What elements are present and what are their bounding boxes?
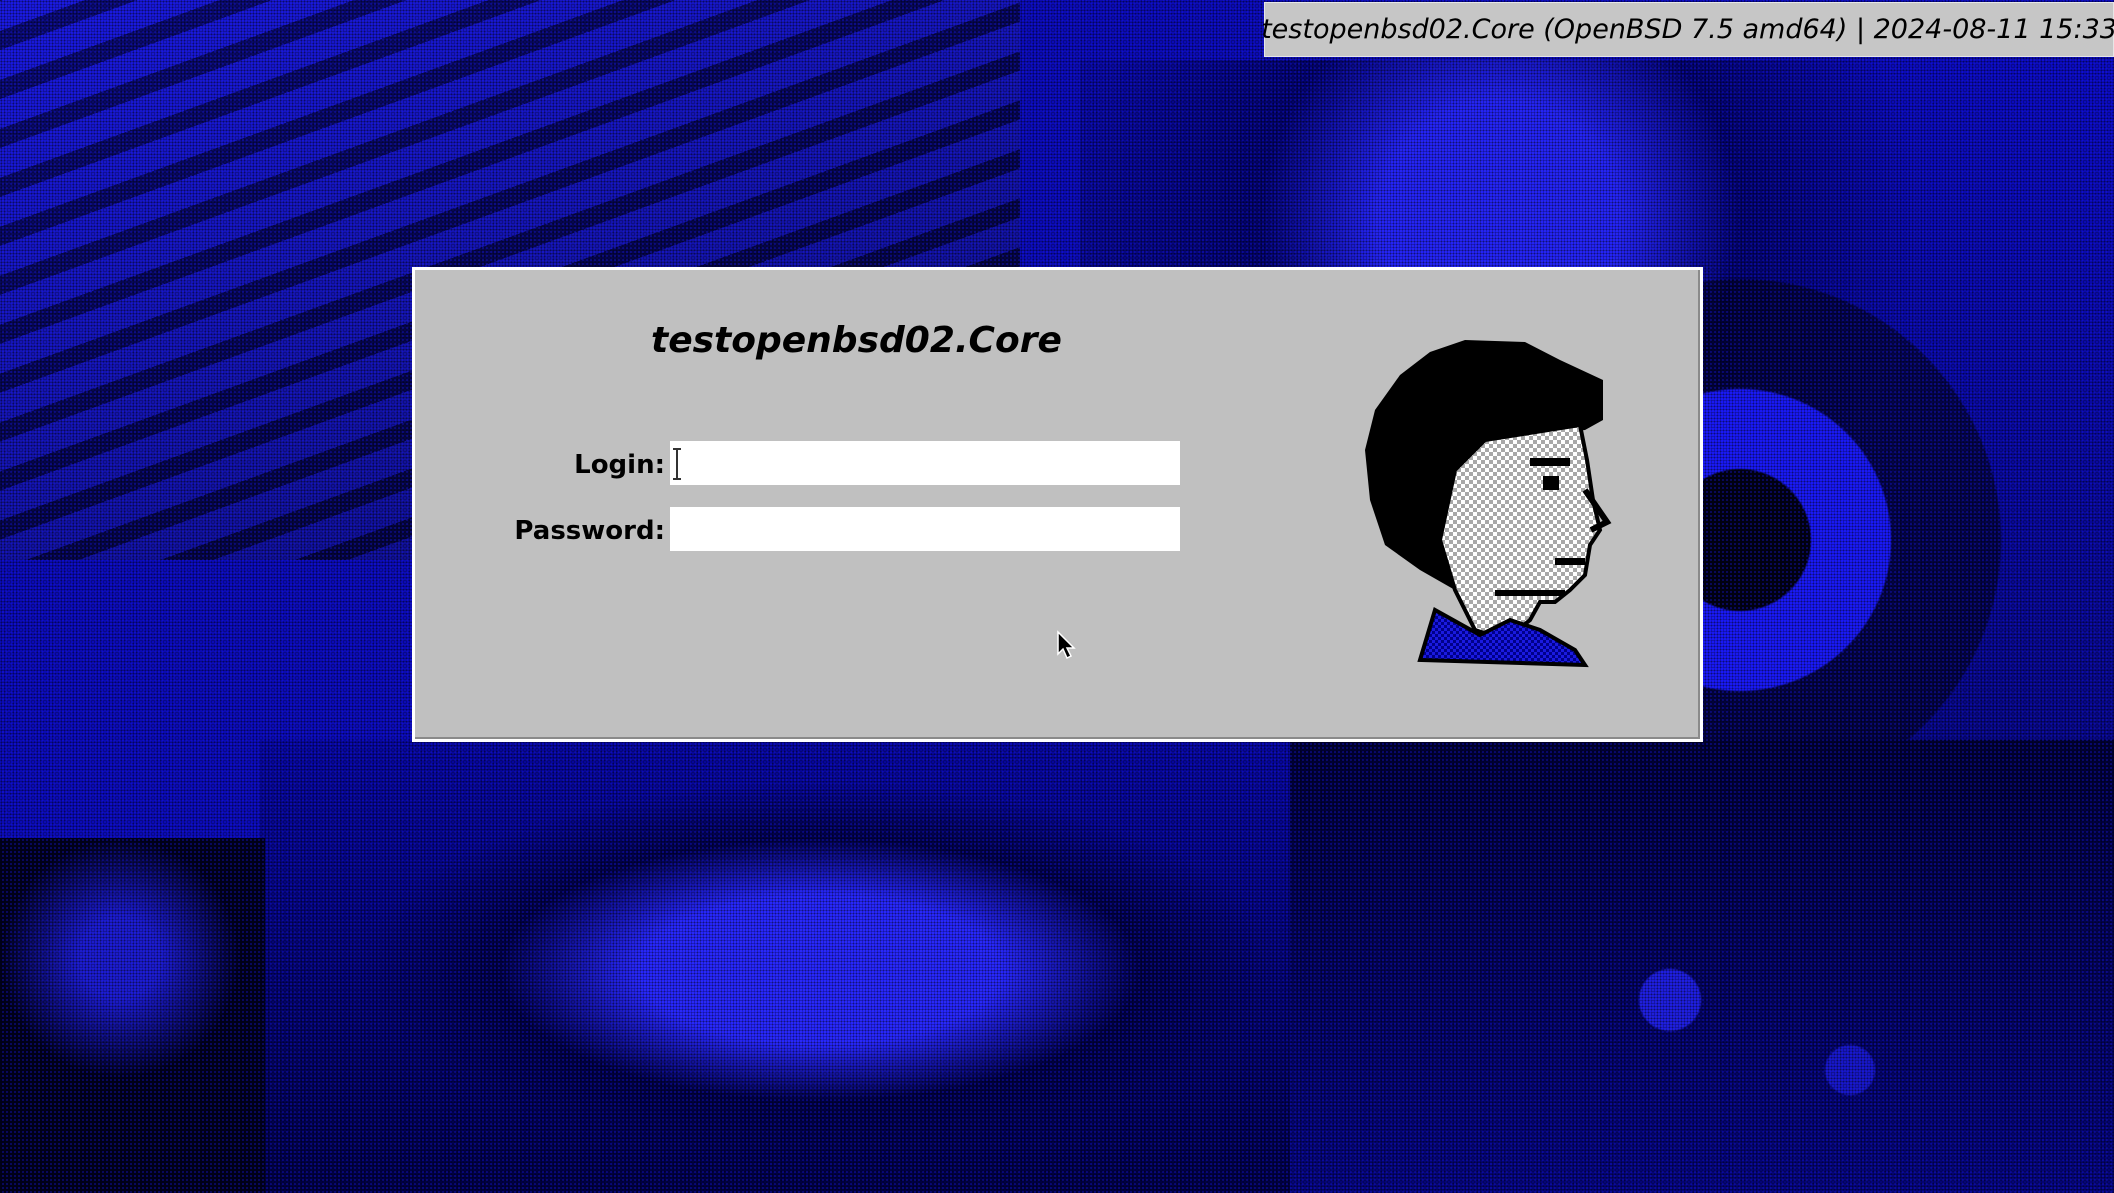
login-label: Login:: [574, 450, 665, 480]
hostname-title: testopenbsd02.Core: [651, 320, 1062, 361]
login-input[interactable]: [670, 441, 1180, 485]
password-label: Password:: [514, 516, 665, 546]
puffy-face-icon: [1365, 340, 1612, 668]
system-status-text: testopenbsd02.Core (OpenBSD 7.5 amd64) |…: [1261, 14, 2114, 45]
password-input[interactable]: [670, 507, 1180, 551]
text-cursor-icon: [673, 448, 686, 480]
system-status-bar: testopenbsd02.Core (OpenBSD 7.5 amd64) |…: [1261, 2, 2114, 57]
login-dialog: testopenbsd02.Core Login: Password:: [412, 267, 1703, 742]
mouse-pointer-icon: [1057, 630, 1076, 660]
